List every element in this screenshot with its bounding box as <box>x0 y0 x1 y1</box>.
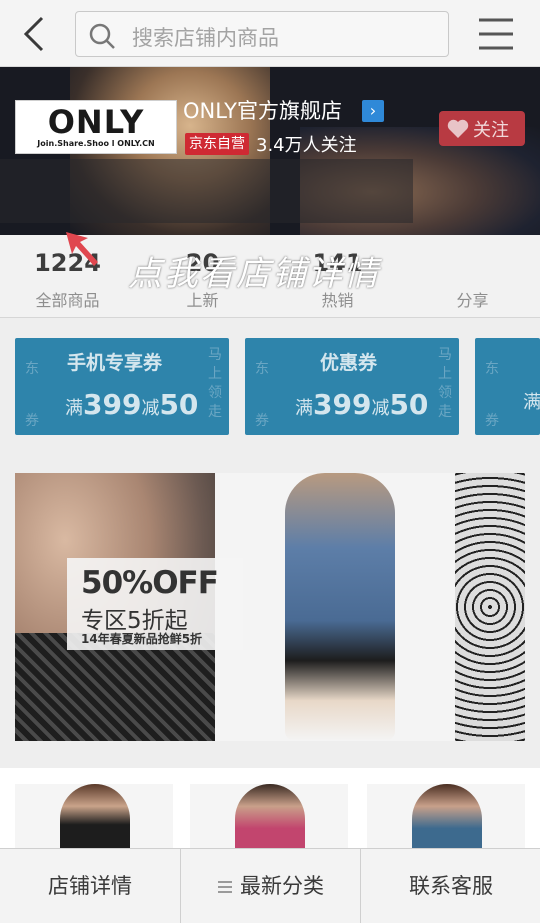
promo-model-image <box>285 473 395 741</box>
coupon-mobile-exclusive[interactable]: 东 券 手机专享券 满399减50 马上领走 <box>15 338 229 435</box>
nav-label: 店铺详情 <box>48 874 132 898</box>
promo-headline: 50%OFF <box>81 565 219 601</box>
heart-icon <box>447 119 469 139</box>
coupon-left-bottom: 券 <box>255 413 269 429</box>
nav-latest-categories[interactable]: 最新分类 <box>181 849 361 923</box>
product-image <box>235 784 305 858</box>
nav-label: 联系客服 <box>409 874 493 898</box>
promo-banner[interactable]: 50%OFF 专区5折起 14年春夏新品抢鲜5折 <box>15 473 525 741</box>
store-name[interactable]: ONLY官方旗舰店 <box>183 95 342 125</box>
menu-icon[interactable] <box>477 16 515 52</box>
coupon-amount: 满 <box>523 392 540 413</box>
store-page: 搜索店铺内商品 ONLY Join.Share.Shoo l ONLY.CN O… <box>0 0 540 923</box>
follow-button[interactable]: 关注 <box>439 111 525 146</box>
store-logo-text: ONLY <box>47 103 145 141</box>
product-card[interactable] <box>190 784 348 858</box>
coupon-amount: 满399减50 <box>65 388 199 421</box>
nav-contact-service[interactable]: 联系客服 <box>361 849 540 923</box>
product-image <box>60 784 130 858</box>
promo-note: 14年春夏新品抢鲜5折 <box>81 632 203 646</box>
product-grid <box>0 768 540 858</box>
back-icon[interactable] <box>18 14 54 54</box>
coupon-left-bottom: 券 <box>485 413 499 429</box>
follow-label: 关注 <box>473 120 509 141</box>
store-logo-tagline: Join.Share.Shoo l ONLY.CN <box>37 139 155 148</box>
stat-label: 全部商品 <box>35 291 100 310</box>
coupon-partial[interactable]: 东 券 满 <box>475 338 540 435</box>
product-card[interactable] <box>15 784 173 858</box>
product-image <box>412 784 482 858</box>
chevron-right-icon[interactable]: › <box>362 100 384 122</box>
store-details-hint: 点我看店铺详情 <box>128 254 380 294</box>
bottom-nav: 店铺详情 最新分类 联系客服 <box>0 848 540 923</box>
store-logo[interactable]: ONLY Join.Share.Shoo l ONLY.CN <box>15 100 177 154</box>
search-placeholder: 搜索店铺内商品 <box>132 26 279 50</box>
coupon-left-top: 东 <box>255 361 269 377</box>
coupon-title: 优惠券 <box>320 352 378 374</box>
coupon-left-bottom: 券 <box>25 413 39 429</box>
coupon-left-top: 东 <box>485 361 499 377</box>
nav-label: 最新分类 <box>240 874 324 898</box>
coupon-row: 东 券 手机专享券 满399减50 马上领走 东 券 优惠券 满399减50 马… <box>0 330 540 440</box>
coupon-left-top: 东 <box>25 361 39 377</box>
arrow-up-left-icon <box>62 228 106 272</box>
search-input[interactable]: 搜索店铺内商品 <box>75 11 449 57</box>
top-bar: 搜索店铺内商品 <box>0 0 540 67</box>
coupon-claim-label: 马上领走 <box>438 347 452 420</box>
coupon-claim-label: 马上领走 <box>208 347 222 420</box>
product-card[interactable] <box>367 784 525 858</box>
promo-legs-image <box>455 473 525 741</box>
follower-count: 3.4万人关注 <box>256 135 357 156</box>
jd-self-operated-badge: 京东自营 <box>185 133 249 155</box>
coupon-discount[interactable]: 东 券 优惠券 满399减50 马上领走 <box>245 338 459 435</box>
coupon-title: 手机专享券 <box>67 352 163 374</box>
banner-info-strip <box>0 159 413 223</box>
list-icon <box>218 881 232 893</box>
coupon-amount: 满399减50 <box>295 388 429 421</box>
search-icon <box>88 22 116 50</box>
stat-share[interactable]: 分享 <box>405 235 540 318</box>
stat-label: 分享 <box>456 291 489 310</box>
nav-store-details[interactable]: 店铺详情 <box>0 849 180 923</box>
